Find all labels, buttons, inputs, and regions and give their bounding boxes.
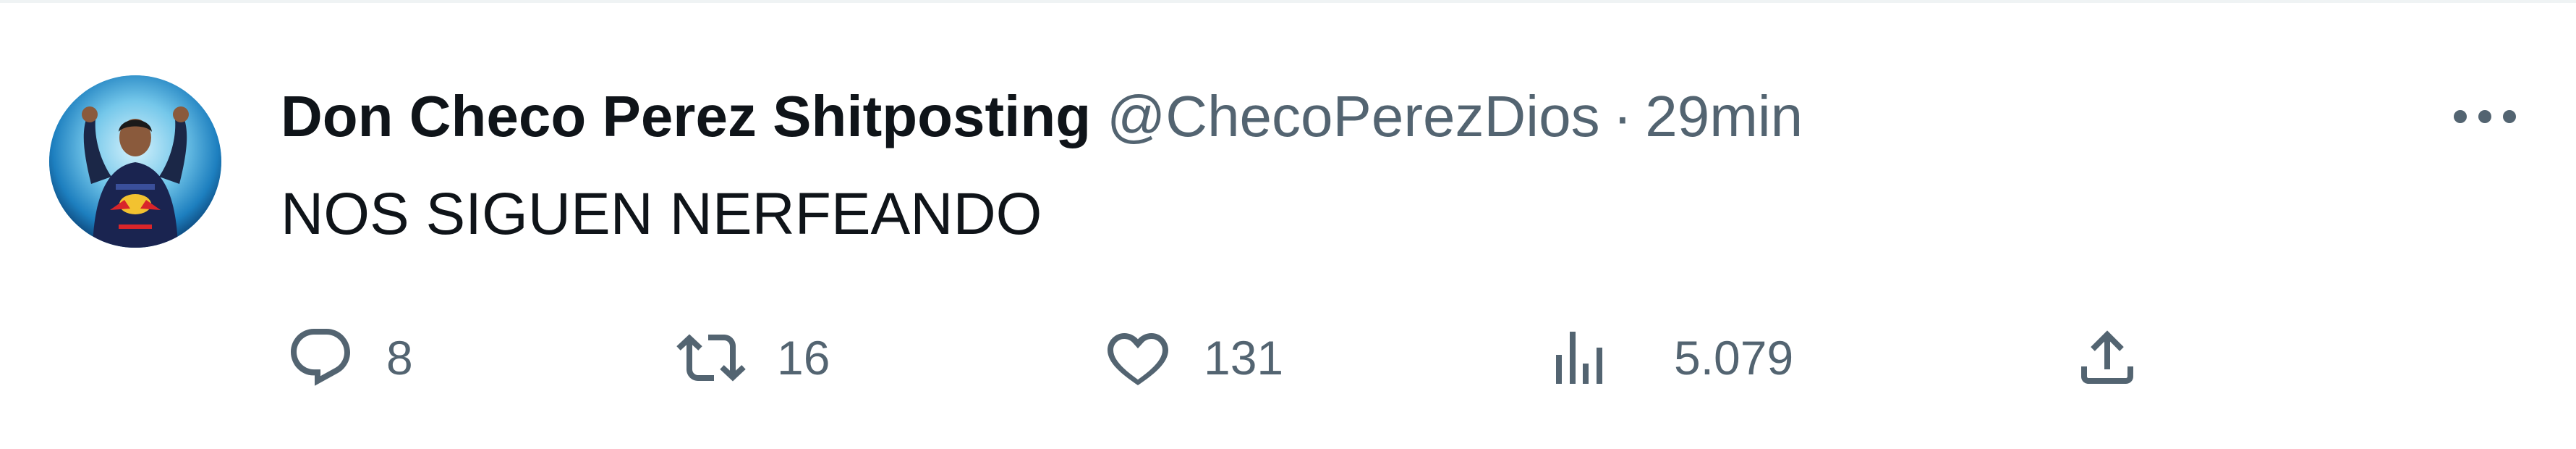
views-button[interactable]: 5.079 [1539, 314, 1793, 401]
heart-icon [1098, 318, 1178, 398]
tweet[interactable]: Don Checo Perez Shitposting @ChecoPerezD… [0, 3, 2576, 449]
like-count: 131 [1204, 331, 1284, 385]
avatar[interactable] [49, 75, 221, 248]
tweet-actions: 8 16 131 5.079 [281, 314, 2161, 401]
like-button[interactable]: 131 [1098, 314, 1283, 401]
tweet-timestamp[interactable]: 29min [1645, 84, 1803, 149]
more-horizontal-icon [2454, 110, 2516, 123]
share-button[interactable] [2067, 314, 2147, 401]
retweet-icon [671, 318, 751, 398]
header-separator: · [1612, 84, 1633, 148]
reply-button[interactable]: 8 [281, 314, 413, 401]
tweet-text: NOS SIGUEN NERFEANDO [281, 181, 1042, 247]
retweet-button[interactable]: 16 [671, 314, 830, 401]
bar-chart-icon [1539, 318, 1619, 398]
reply-count: 8 [386, 331, 413, 385]
share-upload-icon [2067, 318, 2147, 398]
views-count: 5.079 [1674, 331, 1794, 385]
more-options-button[interactable] [2438, 84, 2532, 149]
author-display-name[interactable]: Don Checo Perez Shitposting [281, 84, 1091, 149]
author-handle[interactable]: @ChecoPerezDios [1107, 84, 1599, 149]
avatar-image [49, 75, 221, 248]
tweet-header: Don Checo Perez Shitposting @ChecoPerezD… [281, 84, 1803, 149]
reply-bubble-icon [281, 318, 360, 398]
retweet-count: 16 [777, 331, 830, 385]
